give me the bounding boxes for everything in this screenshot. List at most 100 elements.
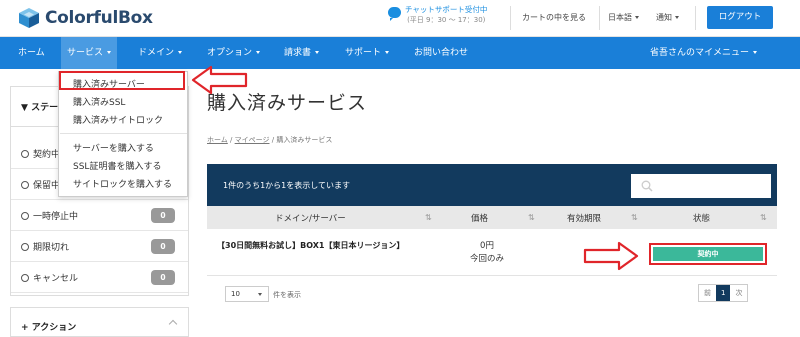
user-menu-label: 省吾さんのマイメニュー: [650, 48, 750, 58]
nav-home[interactable]: ホーム: [12, 37, 51, 69]
status-item-label: 契約中: [33, 150, 61, 160]
language-label: 日本語: [608, 13, 632, 22]
right-arrow-icon: [583, 241, 639, 271]
sort-icon[interactable]: ⇅: [760, 213, 767, 222]
status-item-label: 保留中: [33, 181, 61, 191]
status-badge: 契約中: [653, 247, 763, 261]
status-item-expired[interactable]: 期限切れ 0: [11, 231, 188, 262]
status-item-label: 一時停止中: [33, 212, 79, 222]
actions-heading: + アクション: [21, 323, 77, 333]
cell-domain: 【30日間無料お試し】BOX1【東日本リージョン】: [217, 241, 405, 250]
dropdown-divider: [60, 133, 187, 134]
breadcrumb: ホーム / マイページ / 購入済みサービス: [207, 135, 332, 145]
cube-logo-icon: [19, 8, 39, 28]
chat-label: チャットサポート受付中: [405, 5, 488, 14]
divider: [695, 6, 696, 30]
pagination: 前 1 次: [698, 284, 749, 302]
table-info: 1件のうち1から1を表示しています: [223, 181, 351, 190]
radio-icon: [21, 243, 29, 251]
main-nav: ホーム サービス ドメイン オプション 請求書 サポート お問い合わせ 省吾さん…: [0, 37, 800, 69]
dd-purchased-sitelock[interactable]: 購入済みサイトロック: [73, 113, 163, 126]
chevron-down-icon: [753, 51, 758, 54]
nav-support[interactable]: サポート: [339, 37, 395, 69]
nav-services-label: サービス: [67, 48, 104, 58]
chat-bubble-icon: [388, 7, 401, 21]
sort-icon[interactable]: ⇅: [425, 213, 432, 222]
chevron-down-icon: [385, 51, 390, 54]
chevron-down-icon: [675, 16, 679, 19]
table-toolbar: 1件のうち1から1を表示しています: [207, 164, 777, 206]
status-highlight: 契約中: [649, 243, 767, 265]
count-badge: 0: [151, 208, 175, 223]
divider: [599, 6, 600, 30]
dd-purchased-ssl[interactable]: 購入済みSSL: [73, 95, 125, 108]
price-value: 0円: [480, 241, 494, 251]
language-menu[interactable]: 日本語: [608, 12, 639, 23]
divider: [510, 6, 511, 30]
column-domain[interactable]: ドメイン/サーバー: [275, 212, 346, 224]
actions-panel[interactable]: + アクション: [10, 307, 189, 337]
chevron-down-icon: [256, 51, 261, 54]
radio-icon: [21, 181, 29, 189]
chat-support[interactable]: チャットサポート受付中 (平日 9：30 ～ 17：30): [388, 5, 487, 25]
column-status[interactable]: 状態: [693, 212, 710, 224]
brand-logo[interactable]: ColorfulBox: [18, 7, 153, 29]
radio-icon: [21, 274, 29, 282]
breadcrumb-home[interactable]: ホーム: [207, 136, 228, 144]
nav-support-label: サポート: [345, 48, 382, 58]
table-search-input[interactable]: [631, 174, 771, 198]
nav-domain[interactable]: ドメイン: [132, 37, 188, 69]
actions-heading-label: アクション: [31, 323, 77, 333]
status-item-cancelled[interactable]: キャンセル 0: [11, 262, 188, 293]
left-arrow-icon: [191, 65, 248, 95]
nav-contact-label: お問い合わせ: [414, 48, 469, 58]
menu-highlight: [59, 71, 185, 90]
chevron-down-icon: [635, 16, 639, 19]
sort-icon[interactable]: ⇅: [528, 213, 535, 222]
radio-icon: [21, 150, 29, 158]
breadcrumb-current: 購入済みサービス: [276, 136, 333, 144]
search-icon: [641, 180, 653, 192]
dd-buy-ssl[interactable]: SSL証明書を購入する: [73, 159, 161, 172]
cart-link[interactable]: カートの中を見る: [522, 12, 586, 23]
chevron-down-icon: [178, 51, 183, 54]
page-length-select[interactable]: 10: [225, 286, 269, 302]
pager-current[interactable]: 1: [716, 285, 731, 301]
price-note: 今回のみ: [469, 254, 504, 264]
table-row[interactable]: 【30日間無料お試し】BOX1【東日本リージョン】 0円 今回のみ 契約中: [207, 232, 777, 276]
count-badge: 0: [151, 239, 175, 254]
table-header: ドメイン/サーバー ⇅ 価格 ⇅ 有効期限 ⇅ 状態 ⇅: [207, 206, 777, 229]
column-expiry[interactable]: 有効期限: [567, 212, 601, 224]
filter-icon: ▼: [21, 103, 28, 113]
chevron-down-icon: [107, 51, 112, 54]
pager-prev[interactable]: 前: [699, 285, 716, 301]
chevron-down-icon: [258, 293, 262, 296]
chat-hours: (平日 9：30 ～ 17：30): [407, 16, 486, 24]
notifications-menu[interactable]: 通知: [656, 12, 679, 23]
nav-invoices[interactable]: 請求書: [278, 37, 325, 69]
cell-price: 0円 今回のみ: [427, 240, 547, 266]
sort-icon[interactable]: ⇅: [631, 213, 638, 222]
count-badge: 0: [151, 270, 175, 285]
top-header: ColorfulBox チャットサポート受付中 (平日 9：30 ～ 17：30…: [0, 0, 800, 37]
radio-icon: [21, 212, 29, 220]
dd-buy-sitelock[interactable]: サイトロックを購入する: [73, 177, 172, 190]
notifications-label: 通知: [656, 13, 672, 22]
nav-invoices-label: 請求書: [284, 48, 312, 58]
breadcrumb-mypage[interactable]: マイページ: [235, 136, 270, 144]
status-item-label: キャンセル: [33, 274, 79, 284]
pager-next[interactable]: 次: [730, 285, 748, 301]
nav-domain-label: ドメイン: [138, 48, 175, 58]
nav-contact[interactable]: お問い合わせ: [408, 37, 474, 69]
page-length-label: 件を表示: [273, 291, 301, 299]
status-item-suspended[interactable]: 一時停止中 0: [11, 200, 188, 231]
logout-button[interactable]: ログアウト: [707, 6, 773, 29]
nav-services[interactable]: サービス: [61, 37, 118, 69]
nav-options-label: オプション: [207, 48, 253, 58]
nav-user-menu[interactable]: 省吾さんのマイメニュー: [644, 37, 763, 69]
dd-buy-server[interactable]: サーバーを購入する: [73, 141, 154, 154]
column-price[interactable]: 価格: [471, 212, 488, 224]
chevron-up-icon: [168, 319, 178, 329]
status-item-label: 期限切れ: [33, 243, 70, 253]
nav-home-label: ホーム: [18, 48, 45, 58]
